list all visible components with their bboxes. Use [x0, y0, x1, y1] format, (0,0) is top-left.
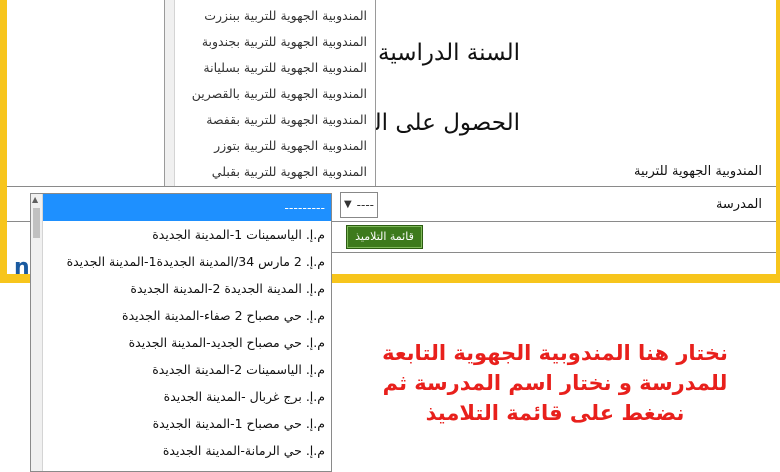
divider-line [7, 186, 776, 187]
region-list-scrollbar[interactable] [165, 0, 175, 186]
school-option[interactable]: --------- [43, 194, 331, 221]
school-option[interactable]: م.إ. حي مصباح الجديد-المدينة الجديدة [43, 329, 331, 356]
region-label: المندوبية الجهوية للتربية [633, 164, 762, 179]
school-option[interactable]: م.إ. حي الرمانة-المدينة الجديدة [43, 437, 331, 464]
school-list-scrollbar[interactable]: ▲ [31, 194, 43, 471]
school-option[interactable]: م.إ. حي مصباح 2 صفاء-المدينة الجديدة [43, 302, 331, 329]
school-year-heading: السنة الدراسية [377, 40, 520, 66]
school-label: المدرسة [715, 197, 762, 212]
chevron-down-icon: ▼ [344, 199, 352, 210]
region-dropdown-list[interactable]: المندوبية الجهوية للتربية ببنزرت المندوب… [164, 0, 376, 187]
school-option[interactable]: م.إ. الياسمينات 2-المدينة الجديدة [43, 356, 331, 383]
school-select-value: ---- [356, 198, 374, 212]
region-option[interactable]: المندوبية الجهوية للتربية بقفصة [206, 107, 367, 133]
school-option[interactable]: م.إ. 2 مارس 34/المدينة الجديدة1-المدينة … [43, 248, 331, 275]
school-option[interactable]: م.إ. حي مصباح 1-المدينة الجديدة [43, 410, 331, 437]
divider-line [330, 252, 776, 253]
annotation-line: نضغط على قائمة التلاميذ [425, 401, 685, 425]
region-option[interactable]: المندوبية الجهوية للتربية بقبلي [212, 159, 367, 185]
school-select[interactable]: ▼ ---- [340, 192, 378, 218]
region-option[interactable]: المندوبية الجهوية للتربية ببنزرت [204, 3, 367, 29]
annotation-line: نختار هنا المندوبية الجهوية التابعة [382, 341, 728, 365]
region-option[interactable]: المندوبية الجهوية للتربية بجندوبة [202, 29, 367, 55]
region-option[interactable]: المندوبية الجهوية للتربية بتوزر [214, 133, 367, 159]
cut-logo-letter: n [14, 255, 30, 280]
school-option[interactable]: م.إ. المدينة الجديدة 2-المدينة الجديدة [43, 275, 331, 302]
students-list-button[interactable]: قائمة التلاميذ [346, 225, 423, 249]
region-option[interactable]: المندوبية الجهوية للتربية بالقصرين [192, 81, 367, 107]
scroll-up-icon[interactable]: ▲ [32, 195, 38, 204]
scroll-thumb[interactable] [33, 208, 40, 238]
instruction-annotation: نختار هنا المندوبية الجهوية التابعة للمد… [360, 338, 750, 428]
school-option[interactable]: م.إ. الياسمينات 1-المدينة الجديدة [43, 221, 331, 248]
annotation-line: للمدرسة و نختار اسم المدرسة ثم [382, 371, 728, 395]
school-dropdown-list[interactable]: ▲ --------- م.إ. الياسمينات 1-المدينة ال… [30, 193, 332, 472]
region-option[interactable]: المندوبية الجهوية للتربية بسليانة [203, 55, 367, 81]
school-option[interactable]: م.إ. برج غربال -المدينة الجديدة [43, 383, 331, 410]
